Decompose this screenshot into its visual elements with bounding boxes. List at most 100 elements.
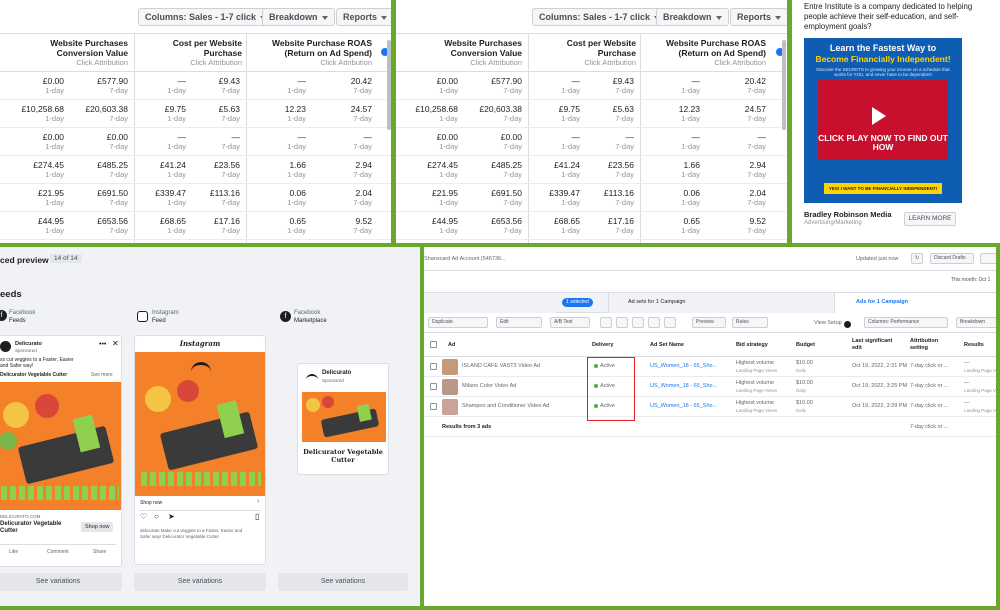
- preview-button[interactable]: Preview: [692, 317, 726, 328]
- rules-button[interactable]: Rules: [732, 317, 768, 328]
- attribution-window: 7-day: [503, 226, 522, 235]
- table-row: £0.00 1-day £577.90 7-day —1-day £9.43 7-day —1…: [0, 72, 391, 100]
- view-setup-switch[interactable]: [844, 321, 851, 328]
- share-button[interactable]: Share: [93, 549, 106, 555]
- tag-button[interactable]: [648, 317, 660, 328]
- select-all-checkbox[interactable]: [430, 341, 437, 348]
- table-cell: —7-day: [710, 132, 766, 152]
- see-more-link[interactable]: See more: [91, 372, 113, 378]
- column-header-cost-per-purchase[interactable]: Cost per Website Purchase Click Attributi…: [544, 38, 636, 68]
- duplicate-button[interactable]: Duplicate: [428, 317, 488, 328]
- link-headline: Delicurator Vegetable Cutter: [0, 521, 62, 534]
- column-header-roas[interactable]: Website Purchase ROAS (Return on Ad Spen…: [260, 38, 372, 68]
- refresh-button[interactable]: ↻: [911, 253, 923, 264]
- table-cell: £339.47 1-day: [524, 188, 580, 208]
- breakdown-button[interactable]: Breakdown: [262, 8, 335, 26]
- breakdown-button-label: Breakdown: [269, 12, 318, 22]
- column-header-roas[interactable]: Website Purchase ROAS (Return on Ad Spen…: [654, 38, 766, 68]
- attribution-window: 7-day: [109, 114, 128, 123]
- instagram-wordmark: Instagram: [179, 339, 221, 348]
- see-variations-button-facebook[interactable]: See variations: [0, 573, 122, 591]
- columns-button[interactable]: Columns: Sales - 1-7 click: [532, 8, 668, 26]
- banner-cta-button[interactable]: YES! I WANT TO BE FINANCIALLY INDEPENDEN…: [824, 183, 942, 194]
- review-button[interactable]: [980, 253, 996, 264]
- heart-icon[interactable]: ♡: [140, 513, 147, 521]
- column-header-attribution[interactable]: Attribution setting: [910, 338, 954, 352]
- learn-more-button[interactable]: LEARN MORE: [904, 212, 956, 226]
- video-thumbnail[interactable]: CLICK PLAY NOW TO FIND OUT HOW: [818, 80, 948, 160]
- edit-button[interactable]: Edit: [496, 317, 542, 328]
- comment-icon[interactable]: ○: [154, 513, 159, 521]
- delete-button[interactable]: [616, 317, 628, 328]
- bid-strategy-cell: Highest volume Landing Page Views: [736, 380, 777, 394]
- table-row[interactable]: ISLAND CAFE VAST3 Video Ad Active US_Women…: [424, 357, 996, 377]
- cell-value: £44.95: [432, 216, 458, 226]
- bookmark-icon[interactable]: ▯: [255, 513, 259, 521]
- tab-campaigns[interactable]: [424, 293, 556, 313]
- search-filter-bar[interactable]: This month: Oct 1: [424, 271, 996, 293]
- reports-button[interactable]: Reports: [336, 8, 391, 26]
- column-header-delivery[interactable]: Delivery: [592, 342, 613, 349]
- column-header-budget[interactable]: Budget: [796, 342, 815, 349]
- brand-logo: [306, 374, 318, 381]
- row-checkbox[interactable]: [430, 383, 437, 390]
- ab-test-button[interactable]: A/B Test: [550, 317, 590, 328]
- column-header-cost-per-purchase[interactable]: Cost per Website Purchase Click Attributi…: [150, 38, 242, 68]
- see-variations-button-instagram[interactable]: See variations: [134, 573, 266, 591]
- view-setup-toggle[interactable]: View Setup: [814, 320, 842, 327]
- row-checkbox[interactable]: [430, 403, 437, 410]
- vertical-scrollbar[interactable]: [387, 40, 391, 130]
- column-header-results[interactable]: Results: [964, 342, 984, 349]
- column-header-last-edit[interactable]: Last significant edit: [852, 338, 896, 352]
- lock-button[interactable]: [632, 317, 644, 328]
- selected-filter-pill[interactable]: 1 selected: [562, 298, 593, 307]
- undo-button[interactable]: [600, 317, 612, 328]
- comment-button[interactable]: [664, 317, 676, 328]
- adset-name-link-cell[interactable]: US_Women_18 - 65_Sho...: [650, 363, 717, 370]
- discard-drafts-button[interactable]: Discard Drafts: [930, 253, 974, 264]
- breakdown-button[interactable]: Breakdown: [956, 317, 996, 328]
- table-row[interactable]: Shampoo and Conditioner Video Ad Active US…: [424, 397, 996, 417]
- shop-now-button[interactable]: Shop now: [81, 522, 114, 532]
- vertical-scrollbar[interactable]: [782, 40, 786, 130]
- comment-button[interactable]: Comment: [47, 549, 69, 555]
- table-cell: —1-day: [130, 76, 186, 96]
- column-header-adset-name[interactable]: Ad Set Name: [650, 342, 684, 349]
- advertiser-name[interactable]: Bradley Robinson Media: [804, 210, 892, 219]
- adset-name-link-cell[interactable]: US_Women_18 - 65_Sho...: [650, 403, 717, 410]
- column-header-conversion-value[interactable]: Website Purchases Conversion Value Click …: [402, 38, 522, 68]
- close-icon[interactable]: ✕: [112, 340, 119, 348]
- shop-now-bar[interactable]: Shop now: [140, 500, 162, 506]
- date-range-selector[interactable]: This month: Oct 1: [948, 276, 996, 287]
- table-row: £0.00 1-day £577.90 7-day —1-day £9.43 7-day —1…: [396, 72, 787, 100]
- chevron-down-icon: [775, 15, 782, 20]
- facebook-feed-preview-card[interactable]: Delicurato Sponsored ••• ✕ ss cut veggie…: [0, 335, 122, 567]
- instagram-feed-preview-card[interactable]: Instagram Shop now › ♡ ○ ➤ ▯ delicurato …: [134, 335, 266, 565]
- breakdown-button[interactable]: Breakdown: [656, 8, 729, 26]
- table-cell: £485.25 7-day: [466, 160, 522, 180]
- table-cell: £20,603.38 7-day: [466, 104, 522, 124]
- table-row[interactable]: Milano Color Video Ad Active US_Women_18 -…: [424, 377, 996, 397]
- reports-button[interactable]: Reports: [730, 8, 787, 26]
- see-variations-button-marketplace[interactable]: See variations: [278, 573, 408, 591]
- more-options-icon[interactable]: •••: [99, 341, 106, 348]
- ad-creative[interactable]: Learn the Fastest Way to Become Financia…: [804, 38, 962, 203]
- column-header-ad[interactable]: Ad: [448, 342, 455, 349]
- columns-performance-button[interactable]: Columns: Performance: [864, 317, 948, 328]
- send-icon[interactable]: ➤: [168, 513, 175, 521]
- columns-button[interactable]: Columns: Sales - 1-7 click: [138, 8, 274, 26]
- play-icon[interactable]: [872, 107, 886, 125]
- budget-cell: $10.00 Daily: [796, 380, 813, 394]
- marketplace-preview-card[interactable]: Delicurato Sponsored Delicurator Vegetab…: [297, 363, 389, 475]
- ad-name-cell: ISLAND CAFE VAST3 Video Ad: [462, 363, 540, 370]
- budget-sub: Daily: [796, 368, 807, 373]
- like-button[interactable]: Like: [9, 549, 18, 555]
- table-cell: £0.00 7-day: [72, 132, 128, 152]
- adset-name-link-cell[interactable]: US_Women_18 - 65_Sho...: [650, 383, 717, 390]
- table-cell: —1-day: [524, 132, 580, 152]
- row-checkbox[interactable]: [430, 363, 437, 370]
- attribution-window: 1-day: [439, 86, 458, 95]
- column-header-conversion-value[interactable]: Website Purchases Conversion Value Click …: [8, 38, 128, 68]
- ad-account-selector[interactable]: Shanscard Ad Account (545736...: [424, 256, 506, 263]
- column-header-bid-strategy[interactable]: Bid strategy: [736, 342, 768, 349]
